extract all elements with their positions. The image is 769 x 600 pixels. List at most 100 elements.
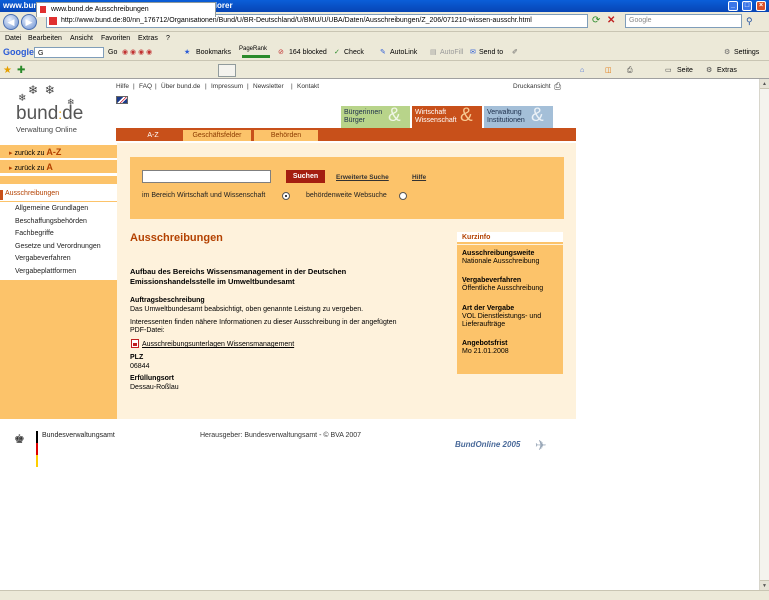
search-input[interactable]: Google [625,14,742,28]
add-favorite-icon[interactable]: ✚ [17,62,25,79]
nav-vergabeverfahren[interactable]: Vergabeverfahren [15,255,71,262]
kurzinfo-title: Kurzinfo [462,234,491,241]
autofill-icon: ▤ [430,49,437,56]
google-logo: Google [3,47,34,57]
nav-allgemeine-grundlagen[interactable]: Allgemeine Grundlagen [15,205,88,212]
plz-label: PLZ [130,354,144,361]
subtab-geschaeftsfelder[interactable]: Geschäftsfelder [183,130,251,141]
link-kontakt[interactable]: Kontakt [297,83,319,90]
tab-bar: ★ ✚ ⌂ ◫ ⎙ ▭ Seite ⚙ Extras [0,62,769,79]
back-to-az-link[interactable]: ▸ zurück zu A-Z [0,145,117,159]
nav-fachbegriffe[interactable]: Fachbegriffe [15,230,54,237]
page-menu-button[interactable]: Seite [677,62,693,79]
bund-logo[interactable]: bund:de [16,103,83,125]
suchen-button[interactable]: Suchen [286,170,325,183]
druckansicht-link[interactable]: Druckansicht [513,83,551,90]
menu-help[interactable]: ? [166,33,170,44]
blocked-counter[interactable]: 164 blocked [289,44,327,61]
stop-icon[interactable]: ✕ [607,15,619,27]
ort-value: Dessau-Roßlau [130,384,179,391]
tab-buerger[interactable]: Bürgerinnen Bürger & [341,106,410,128]
sendto-button[interactable]: Send to [479,44,503,61]
logo-bund: bund [16,103,59,124]
new-tab-button[interactable] [218,64,236,77]
minimize-button[interactable]: _ [728,1,738,11]
back-az-prefix: zurück zu [14,150,45,157]
google-search-input[interactable]: G [34,47,104,58]
printer-icon[interactable]: ⎙ [554,81,561,92]
popup-blocker-icon: ⊘ [278,49,284,56]
star-icon: ★ [184,49,191,56]
ampersand-icon: & [531,105,544,126]
maximize-button[interactable]: □ [742,1,752,11]
menu-extras[interactable]: Extras [138,33,158,44]
kurz-value-frist: Mo 21.01.2008 [462,348,509,355]
tab-verwaltung[interactable]: Verwaltung Institutionen & [484,106,553,128]
autolink-icon: ✎ [380,49,386,56]
check-button[interactable]: Check [344,44,364,61]
plz-value: 06844 [130,363,150,370]
link-hilfe[interactable]: Hilfe [116,83,129,90]
scroll-down-icon[interactable]: ▼ [760,580,769,590]
radio-web-search[interactable] [399,192,407,200]
snowflake-icons: ❄ ❄ [28,83,55,97]
kurz-label-weite: Ausschreibungsweite [462,250,535,257]
feeds-icon[interactable]: ◫ [605,62,612,79]
english-flag-icon[interactable] [116,96,128,104]
pen-icon[interactable]: ✐ [512,44,518,61]
link-faq[interactable]: FAQ [139,83,152,90]
search-icon[interactable]: ⚲ [746,15,758,27]
tab-wirtschaft[interactable]: Wirtschaft Wissenschaft & [412,106,482,128]
site-search-input[interactable] [142,170,271,183]
menu-datei[interactable]: Datei [5,33,21,44]
browser-tab[interactable]: www.bund.de Ausschreibungen [36,2,216,17]
radio-section-search[interactable] [282,192,290,200]
home-icon[interactable]: ⌂ [580,62,584,79]
radio1-label: im Bereich Wirtschaft und Wissenschaft [142,192,266,199]
toolbar-icons: ◉ ◉ ◉ ◉ [122,49,153,56]
vertical-scrollbar[interactable]: ▲ ▼ [759,79,769,590]
nav-vergabeplattformen[interactable]: Vergabeplattformen [15,268,76,275]
subtab-behoerden[interactable]: Behörden [254,130,318,141]
page-title: Ausschreibungen [130,232,223,244]
back-az-target: A-Z [46,147,62,157]
kurz-value-verfahren: Öffentliche Ausschreibung [462,285,544,292]
interest-line2: PDF-Datei: [130,327,165,334]
google-go-button[interactable]: Go [108,44,117,61]
pdf-download-link[interactable]: Ausschreibungsunterlagen Wissensmanageme… [142,341,294,348]
back-button[interactable]: ◀ [3,14,19,30]
federal-eagle-icon: ♚ [14,432,25,446]
forward-button[interactable]: ▶ [21,14,37,30]
interest-line1: Interessenten finden nähere Informatione… [130,319,397,326]
tab-favicon-icon [40,6,46,13]
tools-menu-button[interactable]: Extras [717,62,737,79]
nav-ausschreibungen[interactable]: Ausschreibungen [5,190,59,197]
link-ueber[interactable]: Über bund.de [161,83,200,90]
settings-button[interactable]: Settings [734,44,759,61]
arrow-icon: ▸ [9,150,13,157]
pagerank-bar [242,55,270,58]
back-to-a-link[interactable]: ▸ zurück zu A [0,160,117,174]
autofill-button[interactable]: AutoFill [440,44,463,61]
favorites-star-icon[interactable]: ★ [3,62,12,79]
kurz-label-verfahren: Vergabeverfahren [462,277,522,284]
radio2-label: behördenweite Websuche [306,192,387,199]
close-button[interactable]: × [756,1,766,11]
link-newsletter[interactable]: Newsletter [253,83,284,90]
search-panel [130,157,564,219]
menu-bearbeiten[interactable]: Bearbeiten [28,33,62,44]
menu-ansicht[interactable]: Ansicht [70,33,93,44]
active-marker [0,190,3,200]
nav-beschaffungsbehoerden[interactable]: Beschaffungsbehörden [15,218,87,225]
search-help-link[interactable]: Hilfe [412,174,426,181]
advanced-search-link[interactable]: Erweiterte Suche [336,174,389,181]
autolink-button[interactable]: AutoLink [390,44,417,61]
menu-favoriten[interactable]: Favoriten [101,33,130,44]
nav-gesetze[interactable]: Gesetze und Verordnungen [15,243,101,250]
subtab-az[interactable]: A-Z [126,130,180,141]
refresh-icon[interactable]: ⟳ [592,15,604,27]
bookmarks-button[interactable]: Bookmarks [196,44,231,61]
print-icon[interactable]: ⎙ [627,62,633,79]
link-impressum[interactable]: Impressum [211,83,243,90]
scroll-up-icon[interactable]: ▲ [760,79,769,89]
